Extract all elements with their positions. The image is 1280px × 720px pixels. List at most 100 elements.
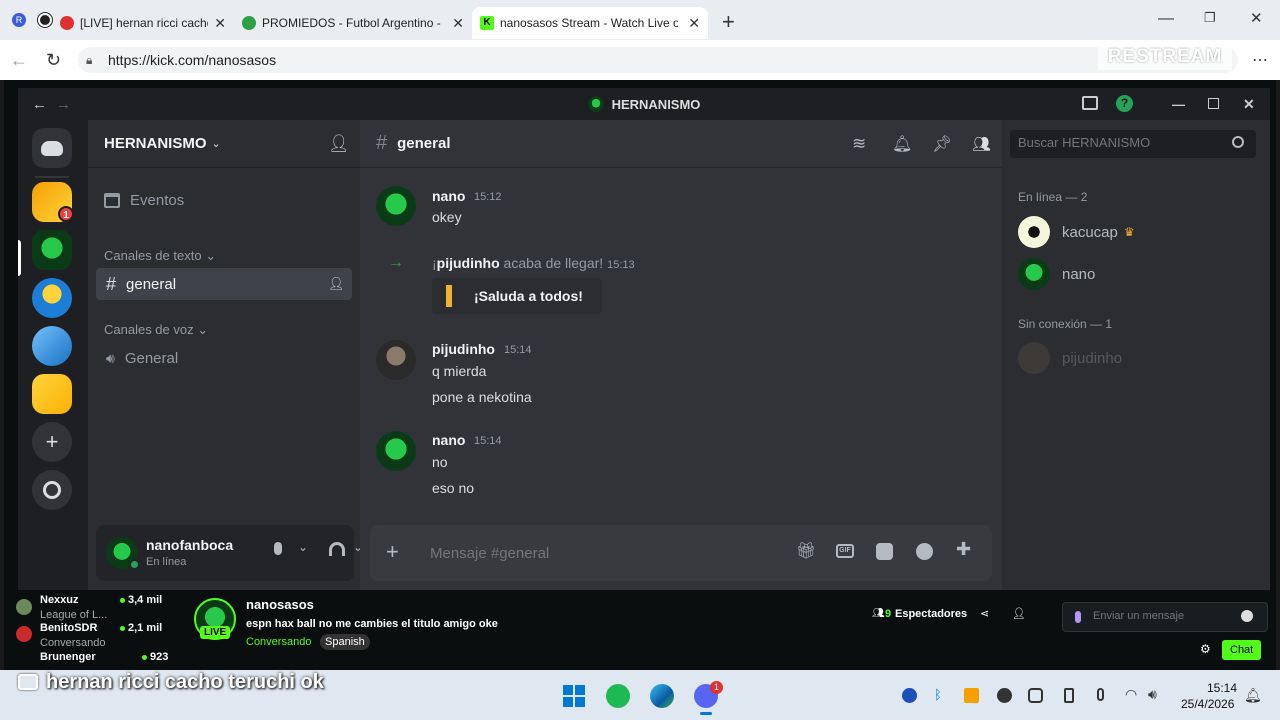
streamer-name[interactable]: nanosasos	[246, 597, 314, 612]
chat-send-button[interactable]: Chat	[1222, 640, 1262, 660]
pin-icon[interactable]: 📌︎	[932, 134, 952, 154]
follow-icon[interactable]: 👤︎	[1012, 607, 1026, 620]
tab-kick-nanosasos[interactable]: K nanosasos Stream - Watch Live on ✕	[472, 7, 708, 39]
join-user[interactable]: pijudinho	[437, 255, 500, 271]
discord-home-icon[interactable]	[32, 128, 72, 168]
nav-back-icon[interactable]: ←	[32, 96, 47, 113]
minimize-icon[interactable]: —	[1172, 97, 1185, 112]
spotify-tray-icon[interactable]	[997, 688, 1012, 703]
close-icon[interactable]: ✕	[1243, 96, 1255, 113]
stream-category[interactable]: Conversando	[246, 636, 311, 648]
gif-icon[interactable]: GIF	[836, 544, 854, 558]
text-channels-header[interactable]: Canales de texto ⌄	[104, 248, 216, 264]
message-input[interactable]	[430, 541, 770, 565]
gift-icon[interactable]: 🎁︎	[796, 541, 816, 561]
help-icon[interactable]: ?	[1116, 95, 1133, 112]
invite-people-icon[interactable]: 👤︎	[328, 134, 350, 154]
member-item[interactable]: kacucap ♛	[1010, 214, 1256, 250]
security-icon[interactable]	[964, 688, 979, 703]
viewers-label: Espectadores	[895, 608, 968, 620]
maximize-icon[interactable]	[1208, 98, 1219, 109]
tab-promiedos[interactable]: PROMIEDOS - Futbol Argentino - ✕	[234, 7, 472, 39]
search-box[interactable]	[1010, 130, 1256, 158]
new-tab-button[interactable]: +	[722, 9, 735, 35]
server-hernanismo-icon[interactable]	[32, 230, 72, 270]
spotify-icon[interactable]	[606, 684, 630, 708]
reload-icon[interactable]: ↻	[46, 50, 61, 71]
server-penguin-icon[interactable]	[32, 278, 72, 318]
close-tab-icon[interactable]: ✕	[452, 15, 464, 32]
close-tab-icon[interactable]: ✕	[214, 15, 226, 32]
browser-menu-icon[interactable]: ⋯	[1252, 50, 1268, 70]
nav-forward-icon[interactable]: →	[56, 96, 71, 113]
minimize-icon[interactable]: —	[1158, 10, 1174, 28]
headphones-icon[interactable]	[329, 542, 345, 556]
apps-icon[interactable]: ✚	[956, 539, 971, 560]
language-tag[interactable]: Spanish	[320, 634, 370, 650]
chat-input[interactable]	[1093, 610, 1233, 622]
restore-icon[interactable]: ❐	[1204, 10, 1216, 26]
server-blue-icon[interactable]	[32, 326, 72, 366]
notifications-bell-icon[interactable]: 🔔︎	[1244, 687, 1262, 704]
notification-bell-icon[interactable]: 🔔︎	[892, 134, 912, 154]
recommended-channel[interactable]: Nexxuz League of L... 3,4 mil	[16, 594, 176, 621]
microphone-icon[interactable]	[274, 542, 282, 555]
share-icon[interactable]: ⋖	[980, 607, 989, 620]
author-avatar[interactable]	[376, 186, 416, 226]
offline-header: Sin conexión — 1	[1018, 317, 1113, 331]
channel-general[interactable]: # general 👤︎	[96, 268, 352, 300]
site-info-icon[interactable]: 🔒︎	[86, 53, 92, 68]
events-item[interactable]: Eventos	[96, 184, 352, 216]
clock-time[interactable]: 15:14	[1207, 681, 1237, 695]
author-avatar[interactable]	[376, 431, 416, 471]
url-field[interactable]: 🔒︎ https://kick.com/nanosasos	[78, 47, 1238, 73]
voice-channels-header[interactable]: Canales de voz ⌄	[104, 322, 208, 338]
emoji-icon[interactable]	[1241, 610, 1253, 622]
chat-settings-icon[interactable]: ⚙	[1200, 642, 1211, 656]
author-avatar[interactable]	[376, 340, 416, 380]
voice-channel-general[interactable]: 🔊︎ General	[96, 342, 352, 374]
volume-icon[interactable]: 🔊︎	[1148, 686, 1157, 703]
message-text: no	[432, 454, 448, 470]
sticker-icon[interactable]	[876, 543, 893, 560]
usb-icon[interactable]	[1064, 688, 1074, 703]
wifi-icon[interactable]: ◠	[1125, 686, 1137, 703]
chat-input-box[interactable]	[1062, 602, 1268, 632]
microphone-icon[interactable]	[1075, 611, 1081, 623]
chevron-down-icon[interactable]: ⌄	[298, 540, 308, 554]
recommended-channel[interactable]: BenitoSDR Conversando 2,1 mil	[16, 622, 176, 649]
extension-record-icon[interactable]	[38, 13, 52, 27]
server-header[interactable]: HERNANISMO ⌄ 👤︎	[88, 120, 360, 168]
add-member-icon[interactable]: 👤︎	[328, 276, 345, 292]
emoji-icon[interactable]	[916, 543, 933, 560]
server-fluffy-icon[interactable]	[32, 374, 72, 414]
tray-icon[interactable]	[902, 688, 917, 703]
attach-plus-icon[interactable]: +	[386, 539, 399, 565]
mic-tray-icon[interactable]	[1097, 688, 1104, 701]
search-input[interactable]	[1018, 135, 1218, 150]
close-window-icon[interactable]: ✕	[1250, 9, 1263, 27]
threads-icon[interactable]: ≋	[852, 134, 866, 154]
member-item[interactable]: nano	[1010, 256, 1256, 292]
member-list-icon[interactable]: 👥︎	[972, 135, 991, 153]
windows-start-icon[interactable]	[562, 684, 586, 708]
message-author[interactable]: nano	[432, 188, 465, 204]
close-tab-icon[interactable]: ✕	[688, 15, 700, 32]
bluetooth-icon[interactable]: ᛒ	[934, 687, 942, 702]
add-server-icon[interactable]: +	[32, 422, 72, 462]
tab-live-hernan[interactable]: [LIVE] hernan ricci cacho te ✕	[52, 7, 234, 39]
message-author[interactable]: nano	[432, 432, 465, 448]
back-icon[interactable]: ←	[10, 50, 28, 71]
explore-servers-icon[interactable]	[32, 470, 72, 510]
message-author[interactable]: pijudinho	[432, 341, 495, 357]
channel-name: Nexxuz	[40, 594, 79, 606]
extension-r-icon[interactable]: R	[12, 13, 26, 27]
member-item[interactable]: pijudinho	[1010, 340, 1256, 376]
edge-browser-icon[interactable]	[650, 684, 674, 708]
wave-button[interactable]: ¡Saluda a todos!	[432, 278, 602, 314]
chevron-down-icon: ⌄	[205, 248, 217, 263]
discord-tray-icon[interactable]	[1028, 688, 1043, 703]
inbox-icon[interactable]	[1082, 96, 1098, 110]
recommended-channel[interactable]: Brunenger 923	[16, 651, 176, 667]
clock-date[interactable]: 25/4/2026	[1181, 697, 1234, 711]
